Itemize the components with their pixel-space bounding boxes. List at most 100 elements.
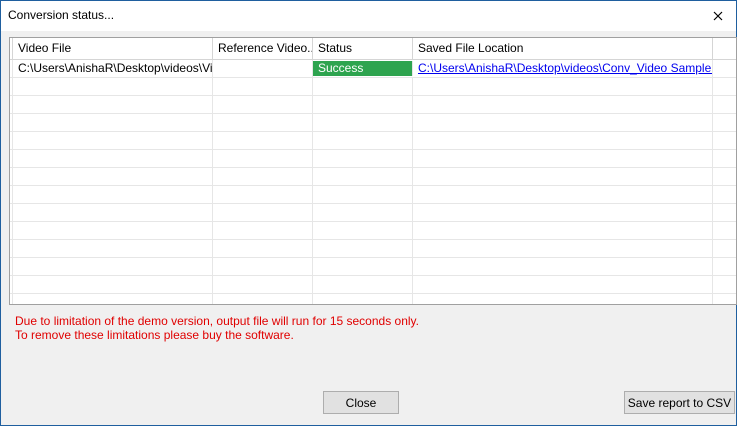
empty-table-row xyxy=(10,150,736,168)
empty-table-row xyxy=(10,96,736,114)
empty-cell xyxy=(413,222,713,239)
empty-cell xyxy=(213,204,313,221)
empty-table-row xyxy=(10,114,736,132)
empty-table-row xyxy=(10,78,736,96)
empty-cell xyxy=(713,168,736,185)
empty-cell xyxy=(313,78,413,95)
empty-cell xyxy=(313,132,413,149)
empty-table-row xyxy=(10,276,736,294)
cell-video-file[interactable]: C:\Users\AnishaR\Desktop\videos\Vi... xyxy=(13,60,213,77)
empty-cell xyxy=(313,222,413,239)
empty-cell xyxy=(13,114,213,131)
empty-cell xyxy=(313,150,413,167)
column-header-saved-file-location[interactable]: Saved File Location xyxy=(413,38,713,59)
empty-cell xyxy=(13,168,213,185)
notice-line-2: To remove these limitations please buy t… xyxy=(15,328,294,342)
conversion-results-grid[interactable]: Video File Reference Video... Status Sav… xyxy=(9,37,737,305)
grid-header: Video File Reference Video... Status Sav… xyxy=(10,38,736,60)
empty-cell xyxy=(713,114,736,131)
empty-table-row xyxy=(10,204,736,222)
cell-filler xyxy=(713,60,736,77)
empty-cell xyxy=(213,132,313,149)
column-header-status[interactable]: Status xyxy=(313,38,413,59)
close-button[interactable]: Close xyxy=(323,391,399,414)
empty-cell xyxy=(313,294,413,304)
empty-cell xyxy=(213,186,313,203)
empty-cell xyxy=(413,276,713,293)
empty-cell xyxy=(213,294,313,304)
empty-cell xyxy=(13,150,213,167)
empty-cell xyxy=(213,240,313,257)
empty-cell xyxy=(713,132,736,149)
cell-status-success[interactable]: Success xyxy=(313,61,413,76)
empty-cell xyxy=(413,150,713,167)
empty-cell xyxy=(413,78,713,95)
column-header-video-file[interactable]: Video File xyxy=(13,38,213,59)
notice-line-1: Due to limitation of the demo version, o… xyxy=(15,314,419,328)
column-header-reference-video[interactable]: Reference Video... xyxy=(213,38,313,59)
empty-cell xyxy=(713,96,736,113)
empty-table-row xyxy=(10,132,736,150)
empty-cell xyxy=(313,96,413,113)
empty-cell xyxy=(13,258,213,275)
empty-cell xyxy=(13,186,213,203)
empty-cell xyxy=(213,114,313,131)
empty-cell xyxy=(413,186,713,203)
empty-cell xyxy=(213,150,313,167)
demo-limitation-notice: Due to limitation of the demo version, o… xyxy=(15,314,419,342)
empty-cell xyxy=(313,204,413,221)
empty-cell xyxy=(313,240,413,257)
empty-cell xyxy=(713,222,736,239)
empty-cell xyxy=(313,258,413,275)
empty-cell xyxy=(413,168,713,185)
empty-cell xyxy=(413,132,713,149)
empty-cell xyxy=(713,78,736,95)
empty-cell xyxy=(313,276,413,293)
empty-cell xyxy=(13,240,213,257)
column-header-filler xyxy=(713,38,736,59)
empty-cell xyxy=(713,240,736,257)
save-report-csv-button[interactable]: Save report to CSV xyxy=(624,391,735,414)
empty-cell xyxy=(413,258,713,275)
empty-cell xyxy=(213,168,313,185)
empty-cell xyxy=(713,204,736,221)
cell-reference-video[interactable] xyxy=(213,60,313,77)
title-bar: Conversion status... xyxy=(1,1,736,31)
empty-cell xyxy=(713,294,736,304)
empty-cell xyxy=(313,168,413,185)
empty-table-row xyxy=(10,186,736,204)
empty-cell xyxy=(213,276,313,293)
empty-cell xyxy=(213,78,313,95)
table-row[interactable]: C:\Users\AnishaR\Desktop\videos\Vi... Su… xyxy=(10,60,736,78)
empty-cell xyxy=(13,222,213,239)
close-icon xyxy=(713,11,723,21)
empty-table-row xyxy=(10,294,736,304)
empty-table-row xyxy=(10,168,736,186)
saved-file-link[interactable]: C:\Users\AnishaR\Desktop\videos\Conv_Vid… xyxy=(418,61,712,75)
empty-table-row xyxy=(10,258,736,276)
empty-cell xyxy=(313,186,413,203)
empty-table-row xyxy=(10,240,736,258)
empty-cell xyxy=(313,114,413,131)
empty-cell xyxy=(13,78,213,95)
empty-cell xyxy=(413,96,713,113)
close-window-button[interactable] xyxy=(700,1,736,31)
empty-cell xyxy=(213,222,313,239)
empty-table-row xyxy=(10,222,736,240)
empty-cell xyxy=(413,294,713,304)
empty-cell xyxy=(713,276,736,293)
empty-cell xyxy=(213,96,313,113)
empty-cell xyxy=(413,240,713,257)
empty-cell xyxy=(413,204,713,221)
conversion-status-dialog: Conversion status... Video File Referenc… xyxy=(0,0,737,426)
empty-cell xyxy=(713,150,736,167)
empty-cell xyxy=(413,114,713,131)
empty-rows-area xyxy=(10,78,736,304)
cell-saved-file-location[interactable]: C:\Users\AnishaR\Desktop\videos\Conv_Vid… xyxy=(413,60,713,77)
empty-cell xyxy=(713,258,736,275)
empty-cell xyxy=(13,276,213,293)
empty-cell xyxy=(713,186,736,203)
empty-cell xyxy=(13,132,213,149)
empty-cell xyxy=(13,294,213,304)
window-title: Conversion status... xyxy=(8,8,115,22)
